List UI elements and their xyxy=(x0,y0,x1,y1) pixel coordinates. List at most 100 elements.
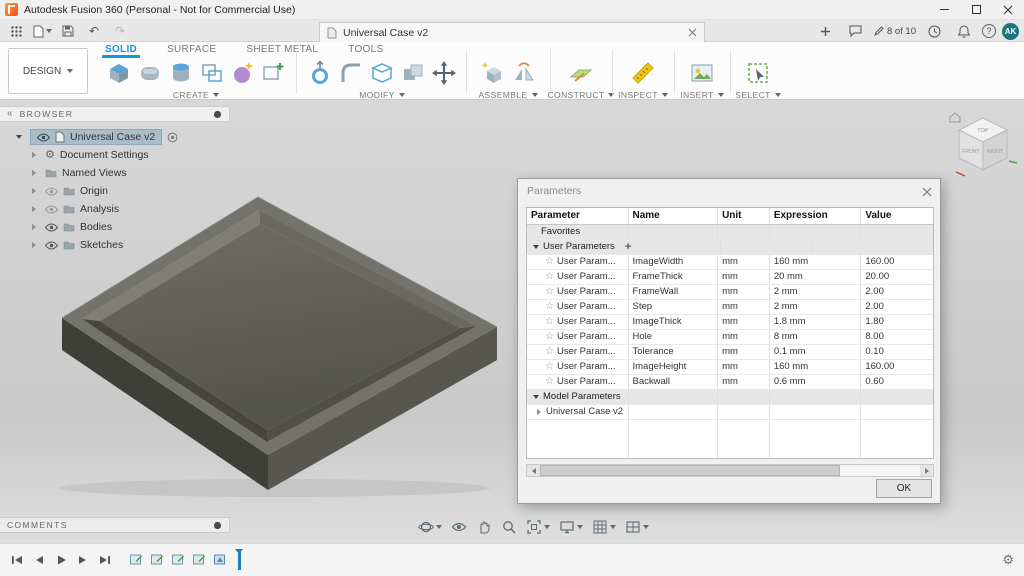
redo-button[interactable]: ↷ xyxy=(108,21,132,41)
look-at-button[interactable] xyxy=(451,519,467,535)
minimize-button[interactable] xyxy=(928,0,960,20)
cell-name[interactable]: ImageWidth xyxy=(629,255,719,269)
shell-tool-button[interactable] xyxy=(368,59,396,87)
cell-unit[interactable]: mm xyxy=(718,315,770,329)
favorite-star-icon[interactable]: ☆ xyxy=(545,332,554,342)
expand-icon[interactable] xyxy=(28,170,40,176)
cell-name[interactable]: ImageHeight xyxy=(629,360,719,374)
cell-parameter[interactable]: ☆User Param... xyxy=(527,330,629,344)
panel-pin-icon[interactable] xyxy=(213,110,222,119)
browser-item-analysis[interactable]: Analysis xyxy=(0,200,230,218)
cell-name[interactable]: Step xyxy=(629,300,719,314)
view-cube[interactable]: TOP FRONT RIGHT xyxy=(946,108,1020,185)
group-insert-label[interactable]: INSERT xyxy=(676,90,728,100)
cell-unit[interactable]: mm xyxy=(718,300,770,314)
visibility-eye-icon[interactable] xyxy=(37,133,50,142)
parameter-row[interactable]: ☆User Param... Backwall mm 0.6 mm 0.60 xyxy=(527,375,933,390)
maximize-button[interactable] xyxy=(960,0,992,20)
workspace-selector[interactable]: DESIGN xyxy=(8,48,88,94)
cell-expression[interactable]: 20 mm xyxy=(770,270,862,284)
new-sketch-tool-button[interactable] xyxy=(260,59,288,87)
new-tab-button[interactable] xyxy=(814,21,838,41)
parameter-row[interactable]: ☆User Param... Tolerance mm 0.1 mm 0.10 xyxy=(527,345,933,360)
tab-tools[interactable]: TOOLS xyxy=(345,42,386,58)
orbit-button[interactable] xyxy=(418,519,442,535)
cell-name[interactable]: FrameWall xyxy=(629,285,719,299)
favorite-star-icon[interactable]: ☆ xyxy=(545,317,554,327)
dialog-close-button[interactable] xyxy=(920,185,933,198)
tab-solid[interactable]: SOLID xyxy=(102,42,140,58)
select-tool-button[interactable] xyxy=(744,59,772,87)
visibility-eye-icon[interactable] xyxy=(45,205,58,214)
close-tab-icon[interactable] xyxy=(688,28,697,37)
expand-icon[interactable] xyxy=(28,188,40,194)
browser-root-highlight[interactable]: Universal Case v2 xyxy=(30,129,162,145)
collapse-section-icon[interactable] xyxy=(533,395,539,399)
parameter-row[interactable]: ☆User Param... ImageHeight mm 160 mm 160… xyxy=(527,360,933,375)
timeline-feature-sketch-icon[interactable] xyxy=(192,551,206,569)
scrollbar-thumb[interactable] xyxy=(540,465,840,476)
cell-expression[interactable]: 2 mm xyxy=(770,300,862,314)
horizontal-scrollbar[interactable] xyxy=(526,464,934,477)
avatar[interactable]: AK xyxy=(1002,23,1019,40)
visibility-eye-icon[interactable] xyxy=(45,187,58,196)
expand-icon[interactable] xyxy=(28,206,40,212)
joint-tool-button[interactable] xyxy=(510,59,538,87)
cell-expression[interactable]: 8 mm xyxy=(770,330,862,344)
viewcube-right-label[interactable]: RIGHT xyxy=(987,149,1003,155)
parameter-row[interactable]: ☆User Param... FrameWall mm 2 mm 2.00 xyxy=(527,285,933,300)
panel-pin-icon[interactable] xyxy=(213,521,222,530)
tab-sheet-metal[interactable]: SHEET METAL xyxy=(243,42,321,58)
favorite-star-icon[interactable]: ☆ xyxy=(545,377,554,387)
cell-parameter[interactable]: ☆User Param... xyxy=(527,300,629,314)
parameter-row[interactable]: ☆User Param... ImageThick mm 1.8 mm 1.80 xyxy=(527,315,933,330)
notifications-button[interactable] xyxy=(952,21,976,41)
press-pull-tool-button[interactable] xyxy=(306,59,334,87)
column-header-value[interactable]: Value xyxy=(861,208,933,224)
cell-expression[interactable]: 1.8 mm xyxy=(770,315,862,329)
collapse-panel-icon[interactable]: « xyxy=(7,109,13,119)
column-header-name[interactable]: Name xyxy=(629,208,719,224)
timeline-feature-sketch-icon[interactable] xyxy=(171,551,185,569)
expand-icon[interactable] xyxy=(537,409,541,415)
tab-surface[interactable]: SURFACE xyxy=(164,42,219,58)
group-create-label[interactable]: CREATE xyxy=(98,90,294,100)
new-component-tool-button[interactable] xyxy=(479,59,507,87)
parameter-row[interactable]: ☆User Param... FrameThick mm 20 mm 20.00 xyxy=(527,270,933,285)
help-button[interactable]: ? xyxy=(982,24,996,38)
add-parameter-button[interactable]: + xyxy=(625,240,631,254)
viewport-canvas[interactable]: TOP FRONT RIGHT « BROWSER Un xyxy=(0,100,1024,543)
cell-unit[interactable]: mm xyxy=(718,330,770,344)
document-tab[interactable]: Universal Case v2 xyxy=(319,22,705,42)
zoom-button[interactable] xyxy=(501,519,517,535)
cell-expression[interactable]: 2 mm xyxy=(770,285,862,299)
display-settings-button[interactable] xyxy=(559,519,583,535)
timeline-position-marker[interactable] xyxy=(238,550,241,570)
parameter-row[interactable]: ☆User Param... Step mm 2 mm 2.00 xyxy=(527,300,933,315)
timeline-feature-extrude-icon[interactable] xyxy=(213,551,227,569)
file-menu-button[interactable] xyxy=(30,21,54,41)
favorites-section-row[interactable]: Favorites xyxy=(527,225,933,240)
timeline-feature-sketch-icon[interactable] xyxy=(150,551,164,569)
browser-item-sketches[interactable]: Sketches xyxy=(0,236,230,254)
visibility-eye-icon[interactable] xyxy=(45,223,58,232)
close-window-button[interactable] xyxy=(992,0,1024,20)
save-button[interactable] xyxy=(56,21,80,41)
create-primitive-tool-button[interactable] xyxy=(229,59,257,87)
cell-name[interactable]: ImageThick xyxy=(629,315,719,329)
favorite-star-icon[interactable]: ☆ xyxy=(545,257,554,267)
ok-button[interactable]: OK xyxy=(876,479,932,498)
fit-button[interactable] xyxy=(526,519,550,535)
skip-to-end-button[interactable] xyxy=(96,552,113,569)
group-construct-label[interactable]: CONSTRUCT xyxy=(554,90,608,100)
favorite-star-icon[interactable]: ☆ xyxy=(545,287,554,297)
cell-unit[interactable]: mm xyxy=(718,270,770,284)
timeline-settings-gear-icon[interactable]: ⚙ xyxy=(1002,552,1014,568)
parameter-row[interactable]: ☆User Param... ImageWidth mm 160 mm 160.… xyxy=(527,255,933,270)
favorite-star-icon[interactable]: ☆ xyxy=(545,362,554,372)
job-status-button[interactable] xyxy=(922,21,946,41)
cell-parameter[interactable]: ☆User Param... xyxy=(527,285,629,299)
cell-expression[interactable]: 0.6 mm xyxy=(770,375,862,389)
viewcube-top-label[interactable]: TOP xyxy=(977,128,989,134)
browser-item-bodies[interactable]: Bodies xyxy=(0,218,230,236)
